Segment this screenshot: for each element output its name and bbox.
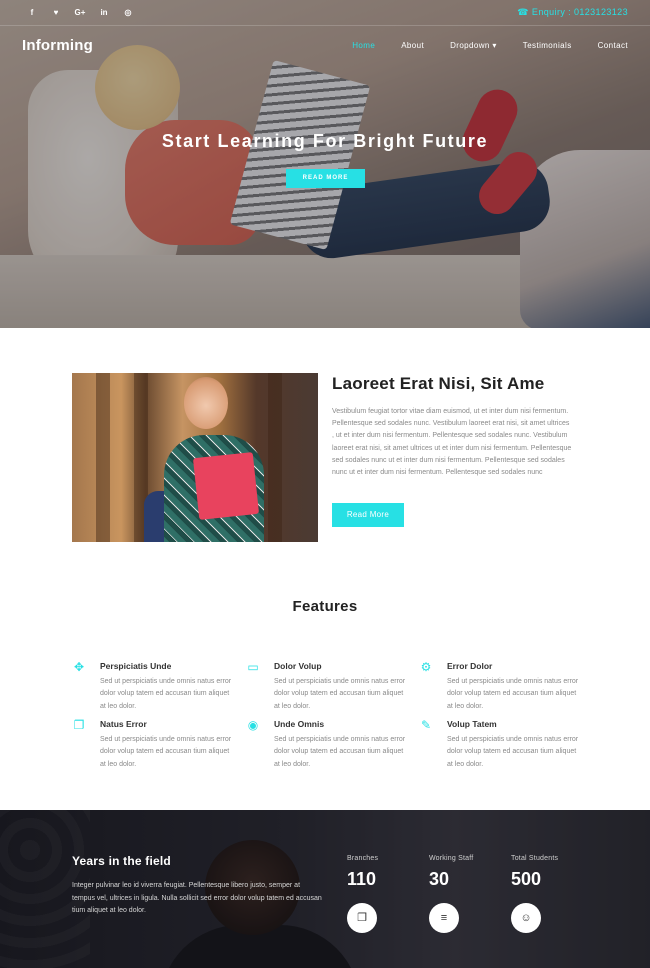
stat-branches: Branches 110 ❐ xyxy=(347,855,417,933)
feature-text: Sed ut perspiciatis unde omnis natus err… xyxy=(274,678,406,710)
users-icon: ☺ xyxy=(511,903,541,933)
hero-section: f ♥ G+ in ◎ ☎ Enquiry : 0123123123 Inform… xyxy=(0,0,650,328)
image-plank xyxy=(268,373,282,542)
stats-title: Years in the field xyxy=(72,854,171,868)
twitter-icon[interactable]: ♥ xyxy=(50,8,62,17)
facebook-icon[interactable]: f xyxy=(26,8,38,17)
enquiry-link[interactable]: ☎ Enquiry : 0123123123 xyxy=(517,7,628,18)
stat-value: 110 xyxy=(347,869,377,889)
about-text: Vestibulum feugiat tortor vitae diam eui… xyxy=(332,408,572,477)
move-icon: ✥ xyxy=(73,660,85,674)
stat-working-staff: Working Staff 30 ≡ xyxy=(429,855,499,933)
feature-text: Sed ut perspiciatis unde omnis natus err… xyxy=(100,736,232,768)
enquiry-text: Enquiry : 0123123123 xyxy=(531,7,628,17)
list-icon: ≡ xyxy=(429,903,459,933)
feature-text: Sed ut perspiciatis unde omnis natus err… xyxy=(447,736,579,768)
feature-title: Perspiciatis Unde xyxy=(100,661,172,671)
stats-text: Integer pulvinar leo id viverra feugiat.… xyxy=(72,882,322,914)
about-read-more-button[interactable]: Read More xyxy=(332,503,404,527)
stat-label: Branches xyxy=(347,855,379,862)
brush-icon: ✎ xyxy=(420,718,432,732)
clone-icon: ❐ xyxy=(347,903,377,933)
nav-item-home[interactable]: Home xyxy=(352,41,375,50)
stat-label: Total Students xyxy=(511,855,559,862)
image-plank xyxy=(96,373,110,542)
google-plus-icon[interactable]: G+ xyxy=(74,8,86,17)
feature-text: Sed ut perspiciatis unde omnis natus err… xyxy=(447,678,579,710)
nav-item-dropdown[interactable]: Dropdown ▾ xyxy=(450,41,497,50)
nav-item-testimonials[interactable]: Testimonials xyxy=(523,41,572,50)
copy-icon: ❐ xyxy=(73,718,85,732)
feature-title: Unde Omnis xyxy=(274,719,325,729)
top-bar: f ♥ G+ in ◎ ☎ Enquiry : 0123123123 xyxy=(0,0,650,26)
social-links: f ♥ G+ in ◎ xyxy=(26,8,134,17)
features-title: Features xyxy=(292,598,358,615)
laptop-icon: ▭ xyxy=(247,660,259,674)
linkedin-icon[interactable]: in xyxy=(98,8,110,17)
about-title: Laoreet Erat Nisi, Sit Ame xyxy=(332,374,545,393)
feature-title: Natus Error xyxy=(100,719,147,729)
feature-text: Sed ut perspiciatis unde omnis natus err… xyxy=(274,736,406,768)
image-student-head xyxy=(184,377,228,429)
main-nav: Home About Dropdown ▾ Testimonials Conta… xyxy=(352,41,628,50)
stat-value: 30 xyxy=(429,869,450,889)
nav-item-contact[interactable]: Contact xyxy=(598,41,628,50)
eye-icon: ◉ xyxy=(247,718,259,732)
brand-logo[interactable]: Informing xyxy=(22,37,93,54)
stat-total-students: Total Students 500 ☺ xyxy=(511,855,581,933)
feature-title: Dolor Volup xyxy=(274,661,322,671)
nav-item-about[interactable]: About xyxy=(401,41,424,50)
read-more-button[interactable]: READ MORE xyxy=(286,169,365,188)
feature-text: Sed ut perspiciatis unde omnis natus err… xyxy=(100,678,232,710)
hero-title: Start Learning For Bright Future xyxy=(161,131,489,151)
dribbble-icon[interactable]: ◎ xyxy=(122,8,134,17)
feature-title: Volup Tatem xyxy=(447,719,497,729)
gear-icon: ⚙ xyxy=(420,660,432,674)
about-image xyxy=(72,373,318,542)
phone-icon: ☎ xyxy=(517,7,529,17)
feature-title: Error Dolor xyxy=(447,661,493,671)
stat-value: 500 xyxy=(511,869,542,889)
image-folder xyxy=(192,452,260,520)
stat-label: Working Staff xyxy=(429,855,474,862)
